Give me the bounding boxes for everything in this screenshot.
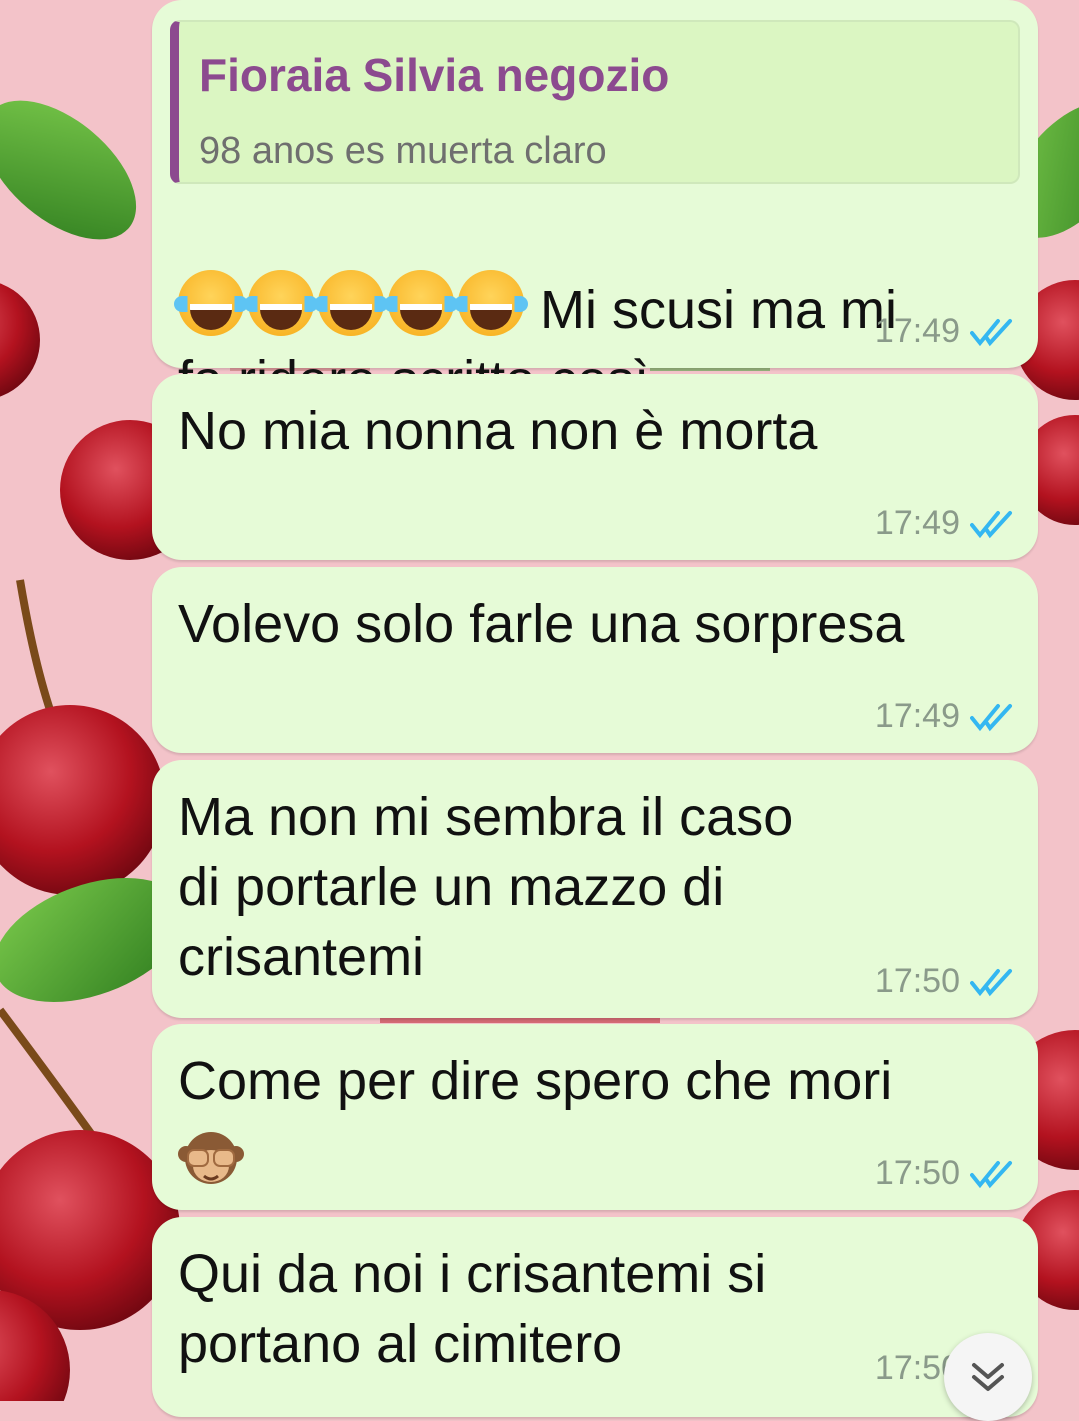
message-text: Come per dire spero che mori [178, 1051, 893, 1111]
message-bubble[interactable]: Qui da noi i crisantemi si portano al ci… [152, 1217, 1038, 1417]
quoted-text: 98 anos es muerta claro [199, 130, 607, 172]
scroll-to-bottom-button[interactable] [944, 1333, 1032, 1421]
message-meta: 17:49 [875, 504, 1014, 543]
face-with-tears-of-joy-icon [384, 270, 458, 336]
message-meta: 17:50 [875, 1154, 1014, 1193]
message-meta: 17:49 [875, 312, 1014, 351]
double-check-icon [970, 968, 1012, 996]
face-with-tears-of-joy-icon [174, 270, 248, 336]
laughing-emoji-group [174, 270, 528, 336]
message-time: 17:49 [874, 312, 960, 350]
face-with-tears-of-joy-icon [314, 270, 388, 336]
message-meta: 17:49 [875, 697, 1014, 736]
message-bubble[interactable]: Fioraia Silvia negozio 98 anos es muerta… [152, 0, 1038, 410]
message-time: 17:49 [874, 504, 960, 542]
message-bubble[interactable]: Volevo solo farle una sorpresa 17:49 [152, 567, 1038, 753]
double-check-icon [970, 510, 1012, 538]
quoted-author: Fioraia Silvia negozio [199, 49, 670, 101]
double-check-icon [970, 318, 1012, 346]
message-text: Qui da noi i crisantemi si portano al ci… [178, 1244, 767, 1374]
message-time: 17:49 [874, 697, 960, 735]
message-time: 17:50 [874, 962, 960, 1000]
quoted-reply[interactable]: Fioraia Silvia negozio 98 anos es muerta… [170, 20, 1020, 184]
message-text: Ma non mi sembra il caso di portarle un … [178, 787, 794, 987]
double-check-icon [970, 1160, 1012, 1188]
message-text: Volevo solo farle una sorpresa [178, 594, 905, 654]
message-meta: 17:50 [875, 962, 1014, 1001]
message-bubble[interactable]: Ma non mi sembra il caso di portarle un … [152, 760, 1038, 1018]
message-bubble[interactable]: No mia nonna non è morta 17:49 [152, 374, 1038, 560]
double-check-icon [970, 703, 1012, 731]
message-bubble[interactable]: Come per dire spero che mori 17:50 [152, 1024, 1038, 1210]
face-with-tears-of-joy-icon [244, 270, 318, 336]
double-chevron-down-icon [972, 1363, 1004, 1391]
message-time: 17:50 [874, 1154, 960, 1192]
face-with-tears-of-joy-icon [454, 270, 528, 336]
message-text: No mia nonna non è morta [178, 401, 818, 461]
see-no-evil-monkey-icon [178, 1132, 244, 1184]
